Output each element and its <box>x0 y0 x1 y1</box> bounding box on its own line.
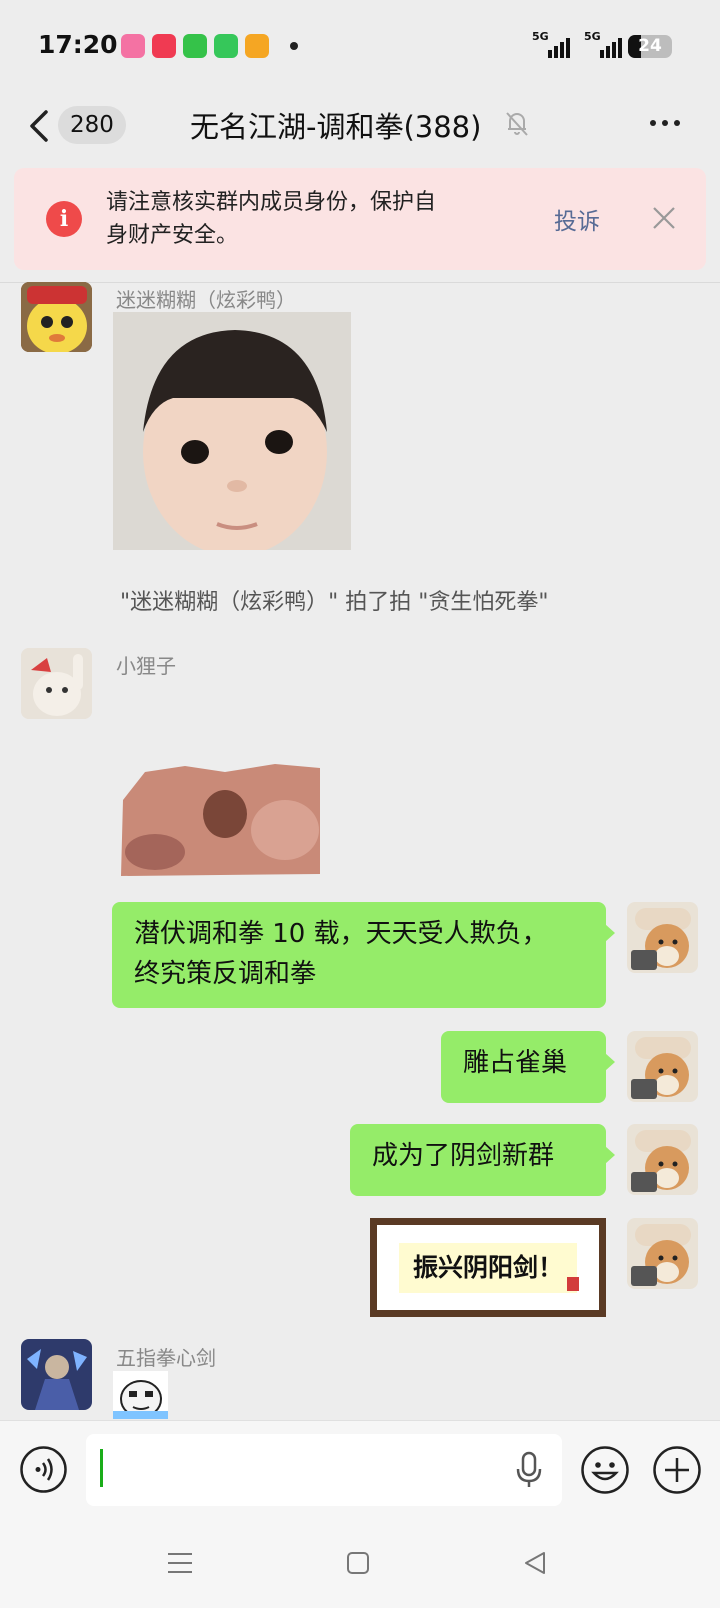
network-type-label: 5G <box>532 30 549 43</box>
unread-count-badge[interactable]: 280 <box>58 106 126 144</box>
emoji-icon[interactable] <box>580 1445 630 1495</box>
self-avatar[interactable] <box>627 1218 698 1289</box>
battery-icon: 24 <box>628 35 672 58</box>
voice-input-icon[interactable] <box>19 1445 68 1494</box>
system-message: "迷迷糊糊（炫彩鸭）" 拍了拍 "贪生怕死拳" <box>120 590 549 615</box>
more-options-button[interactable] <box>650 120 680 126</box>
mute-bell-icon <box>506 112 528 136</box>
message-text-line: 潜伏调和拳 10 载，天天受人欺负， <box>134 919 548 949</box>
self-avatar[interactable] <box>627 1031 698 1102</box>
divider <box>0 282 720 283</box>
message-input-bar <box>0 1420 720 1518</box>
notification-icons <box>121 34 269 58</box>
self-avatar[interactable] <box>627 1124 698 1195</box>
self-message-bubble[interactable]: 雕占雀巢 <box>441 1031 615 1103</box>
avatar[interactable] <box>21 648 92 719</box>
security-warning-banner: i 请注意核实群内成员身份，保护自身财产安全。 投诉 <box>14 168 706 270</box>
avatar[interactable] <box>21 282 92 352</box>
network-type-label: 5G <box>584 30 601 43</box>
message-text: 雕占雀巢 <box>463 1048 568 1078</box>
image-message[interactable] <box>113 312 351 550</box>
system-nav-bar <box>0 1518 720 1608</box>
status-time: 17:20 <box>38 30 118 59</box>
sticker-message[interactable]: 振兴阴阳剑！ <box>370 1218 606 1317</box>
signal-1-icon: 5G <box>532 30 570 58</box>
avatar[interactable] <box>21 1339 92 1410</box>
sticker-message[interactable] <box>113 1371 168 1419</box>
messages-icon <box>183 34 207 58</box>
message-text: 成为了阴剑新群 <box>372 1141 555 1171</box>
plus-icon[interactable] <box>652 1445 702 1495</box>
close-icon[interactable] <box>650 204 678 232</box>
chat-title: 无名江湖-调和拳(388) <box>190 110 482 144</box>
kuaishou-icon <box>152 34 176 58</box>
report-link[interactable]: 投诉 <box>554 202 600 236</box>
message-text-input[interactable] <box>86 1434 562 1506</box>
signal-2-icon: 5G <box>584 30 622 58</box>
sender-name: 迷迷糊糊（炫彩鸭） <box>116 288 296 312</box>
seal-stamp <box>567 1277 579 1291</box>
sticker-message[interactable] <box>115 760 324 878</box>
sticker-text: 振兴阴阳剑！ <box>399 1243 577 1293</box>
warning-text: 请注意核实群内成员身份，保护自身财产安全。 <box>106 190 437 248</box>
sender-name: 五指拳心剑 <box>116 1346 216 1370</box>
status-bar: 17:20 5G 5G 24 <box>0 0 720 92</box>
self-message-bubble[interactable]: 成为了阴剑新群 <box>350 1124 615 1196</box>
more-notifications-icon <box>290 42 298 50</box>
self-message-bubble[interactable]: 潜伏调和拳 10 载，天天受人欺负， 终究策反调和拳 <box>112 902 615 1008</box>
message-text-line: 终究策反调和拳 <box>134 959 317 989</box>
self-avatar[interactable] <box>627 902 698 973</box>
chat-header: 280 无名江湖-调和拳(388) <box>0 92 720 166</box>
video-app-icon <box>245 34 269 58</box>
sender-name: 小狸子 <box>116 654 176 678</box>
text-cursor <box>100 1449 103 1487</box>
battery-level: 24 <box>638 36 662 56</box>
back-arrow-icon[interactable] <box>26 106 54 146</box>
info-alert-icon: i <box>46 201 82 237</box>
bilibili-icon <box>121 34 145 58</box>
mic-icon[interactable] <box>514 1451 544 1489</box>
menu-icon[interactable] <box>166 1550 194 1576</box>
signal-indicators: 5G 5G <box>532 30 622 58</box>
sticker-frame: 振兴阴阳剑！ <box>377 1225 599 1310</box>
back-triangle-icon[interactable] <box>522 1550 548 1576</box>
home-icon[interactable] <box>346 1550 370 1576</box>
app-store-icon <box>214 34 238 58</box>
